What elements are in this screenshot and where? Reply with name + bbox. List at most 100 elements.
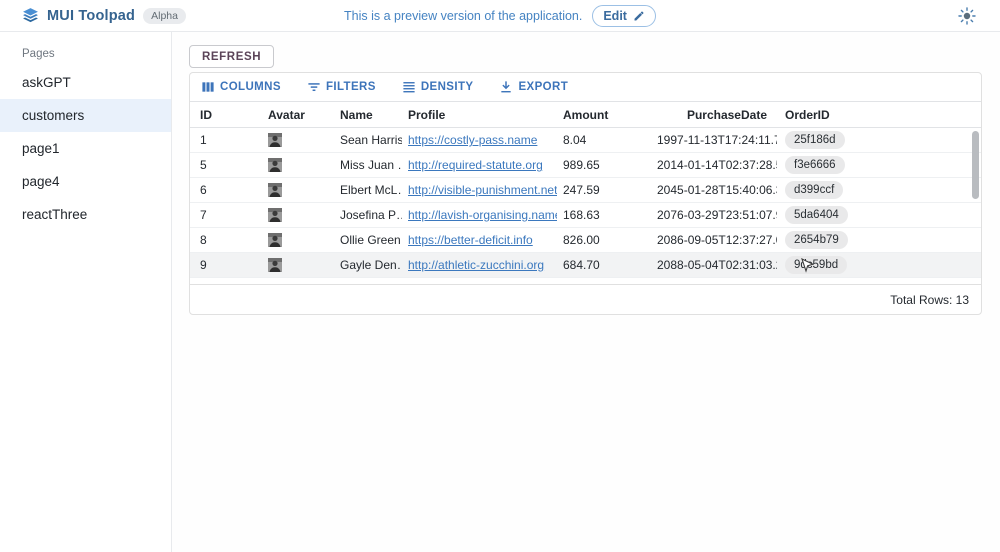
sun-icon [958,7,976,25]
cell-id: 6 [190,183,262,197]
order-id-chip[interactable]: 9dc59bd [785,256,847,274]
filters-button[interactable]: FILTERS [303,77,380,97]
sidebar-item-page1[interactable]: page1 [0,132,171,165]
table-row[interactable]: 8 Ollie Green… https://better-deficit.in… [190,228,981,253]
avatar-image [268,233,282,247]
filter-list-icon [307,80,321,94]
cell-amount: 247.59 [557,183,657,197]
cell-orderid: f3e6666 [777,156,981,174]
columns-button-label: COLUMNS [220,81,281,93]
sidebar-item-page4[interactable]: page4 [0,165,171,198]
edit-button[interactable]: Edit [592,5,656,27]
cell-avatar [262,233,334,247]
app-window: MUI Toolpad Alpha This is a preview vers… [0,0,1000,552]
cell-amount: 8.04 [557,133,657,147]
export-button[interactable]: EXPORT [495,77,572,97]
app-bar: MUI Toolpad Alpha This is a preview vers… [0,0,1000,32]
cell-orderid: 2654b79 [777,231,981,249]
cell-avatar [262,158,334,172]
profile-link[interactable]: https://better-deficit.info [408,233,533,247]
cell-orderid: 5da6404 [777,206,981,224]
avatar-image [268,183,282,197]
order-id-chip[interactable]: 25f186d [785,131,845,149]
order-id-chip[interactable]: d399ccf [785,181,843,199]
sidebar-item-askGPT[interactable]: askGPT [0,66,171,99]
view-columns-icon [201,80,215,94]
total-rows-label: Total Rows: 13 [890,293,969,307]
column-header-profile[interactable]: Profile [402,108,557,122]
table-row[interactable]: 6 Elbert McL… http://visible-punishment.… [190,178,981,203]
column-header-row: ID Avatar Name Profile Amount PurchaseDa… [190,101,981,128]
cell-profile: http://athletic-zucchini.org [402,258,557,272]
profile-link[interactable]: https://costly-pass.name [408,133,537,147]
profile-link[interactable]: http://required-statute.org [408,158,543,172]
column-header-name[interactable]: Name [334,108,402,122]
cell-profile: https://costly-pass.name [402,133,557,147]
order-id-chip[interactable]: f3e6666 [785,156,845,174]
brand-group: MUI Toolpad Alpha [0,7,186,24]
columns-button[interactable]: COLUMNS [197,77,285,97]
cell-purchasedate: 2076-03-29T23:51:07.968Z [657,208,777,222]
cell-id: 7 [190,208,262,222]
cell-orderid: 9dc59bd [777,256,981,274]
cell-amount: 989.65 [557,158,657,172]
download-icon [499,80,513,94]
cell-purchasedate: 2086-09-05T12:37:27.015Z [657,233,777,247]
sidebar-nav: askGPTcustomerspage1page4reactThree [0,66,171,231]
table-row[interactable]: 7 Josefina P… http://lavish-organising.n… [190,203,981,228]
sidebar-item-customers[interactable]: customers [0,99,171,132]
cell-name: Ollie Green… [334,233,402,247]
alpha-badge: Alpha [143,8,186,24]
sidebar-section-label: Pages [0,42,171,66]
cell-id: 1 [190,133,262,147]
preview-notice-text: This is a preview version of the applica… [344,9,582,23]
light-mode-toggle-button[interactable] [958,7,976,25]
profile-link[interactable]: http://lavish-organising.name [408,208,557,222]
vertical-scrollbar-thumb[interactable] [972,131,979,199]
cell-profile: http://required-statute.org [402,158,557,172]
cell-amount: 168.63 [557,208,657,222]
avatar-image [268,133,282,147]
export-button-label: EXPORT [518,81,568,93]
order-id-chip[interactable]: 5da6404 [785,206,848,224]
cell-purchasedate: 1997-11-13T17:24:11.769Z [657,133,777,147]
cell-orderid: 25f186d [777,131,981,149]
cell-profile: http://lavish-organising.name [402,208,557,222]
cell-profile: http://visible-punishment.net [402,183,557,197]
column-header-avatar[interactable]: Avatar [262,108,334,122]
cell-id: 9 [190,258,262,272]
pencil-icon [633,10,645,22]
filters-button-label: FILTERS [326,81,376,93]
density-icon [402,80,416,94]
cell-profile: https://better-deficit.info [402,233,557,247]
cell-id: 5 [190,158,262,172]
cell-name: Josefina P… [334,208,402,222]
profile-link[interactable]: http://athletic-zucchini.org [408,258,544,272]
column-header-amount[interactable]: Amount [557,108,657,122]
column-header-purchasedate[interactable]: PurchaseDate [657,108,777,122]
data-grid-rows: 1 Sean Harris https://costly-pass.name 8… [190,128,981,284]
table-row[interactable]: 1 Sean Harris https://costly-pass.name 8… [190,128,981,153]
cell-id: 8 [190,233,262,247]
cell-amount: 826.00 [557,233,657,247]
density-button-label: DENSITY [421,81,474,93]
table-row[interactable]: 9 Gayle Den… http://athletic-zucchini.or… [190,253,981,278]
density-button[interactable]: DENSITY [398,77,478,97]
table-row[interactable]: 5 Miss Juan … http://required-statute.or… [190,153,981,178]
cell-purchasedate: 2045-01-28T15:40:06.325Z [657,183,777,197]
customers-data-grid: COLUMNS FILTERS DENSITY [189,72,982,315]
refresh-button[interactable]: REFRESH [189,45,274,68]
avatar-image [268,208,282,222]
data-grid-footer: Total Rows: 13 [190,284,981,315]
order-id-chip[interactable]: 2654b79 [785,231,848,249]
cell-avatar [262,208,334,222]
cell-purchasedate: 2014-01-14T02:37:28.536Z [657,158,777,172]
column-header-orderid[interactable]: OrderID [777,108,981,122]
avatar-image [268,158,282,172]
cell-name: Elbert McL… [334,183,402,197]
column-header-id[interactable]: ID [190,108,262,122]
cell-avatar [262,258,334,272]
sidebar-item-reactThree[interactable]: reactThree [0,198,171,231]
cell-name: Sean Harris [334,133,402,147]
profile-link[interactable]: http://visible-punishment.net [408,183,557,197]
